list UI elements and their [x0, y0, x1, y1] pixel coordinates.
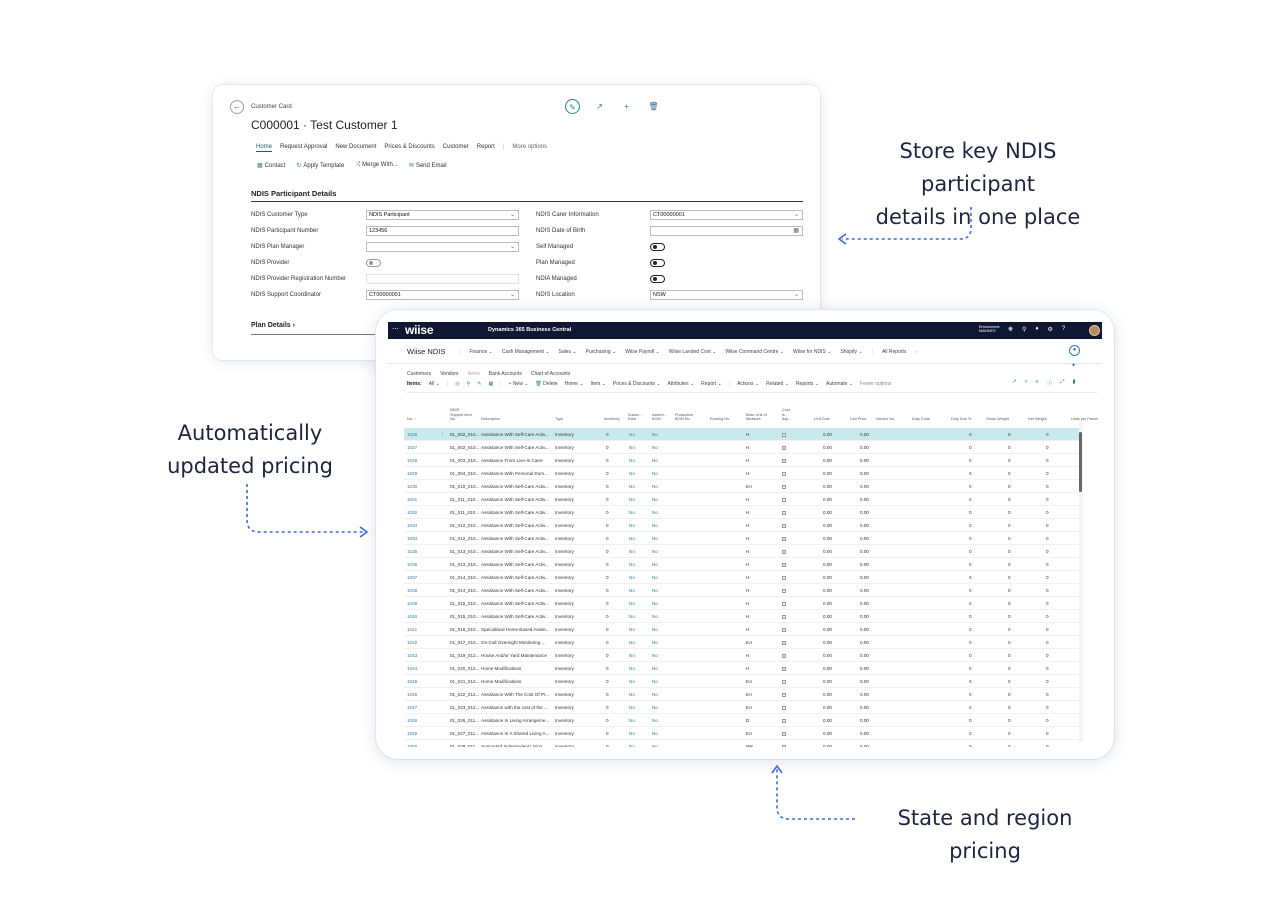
callout-arrows	[246, 207, 972, 820]
arrow-to-card	[842, 207, 972, 240]
arrow-to-list	[246, 484, 364, 533]
arrow-to-tablet	[776, 769, 855, 820]
marketing-stage: ← Customer Card C000001 · Test Customer …	[0, 0, 1272, 915]
